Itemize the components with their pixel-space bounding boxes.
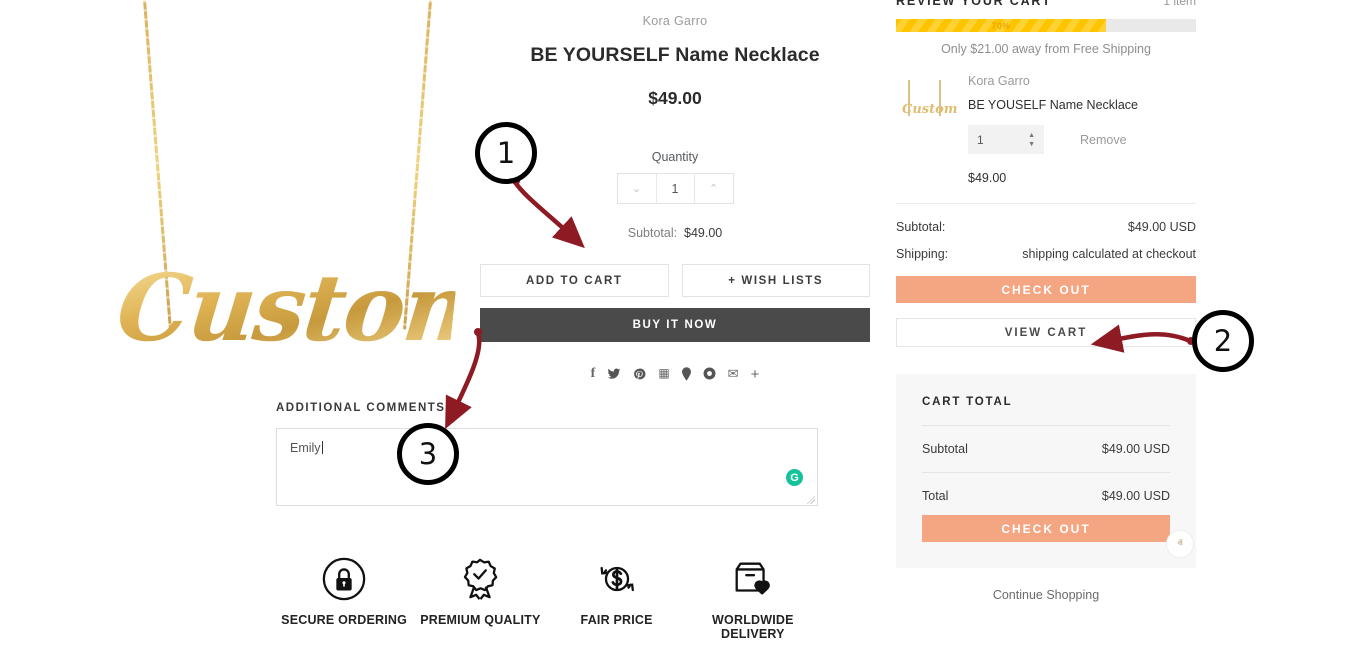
- more-plus-icon[interactable]: +: [751, 367, 760, 382]
- product-action-buttons: ADD TO CART + WISH LISTS: [480, 264, 870, 297]
- free-shipping-note: Only $21.00 away from Free Shipping: [941, 42, 1151, 56]
- free-shipping-progress-bar: 70%: [896, 19, 1196, 32]
- view-cart-button[interactable]: VIEW CART: [896, 318, 1196, 347]
- grammarly-icon[interactable]: G: [786, 469, 803, 486]
- continue-shopping-link[interactable]: Continue Shopping: [896, 588, 1196, 602]
- cart-total-total-label: Total: [922, 489, 949, 503]
- quantity-input[interactable]: 1: [655, 174, 695, 203]
- cart-item-brand: Kora Garro: [968, 74, 1030, 88]
- tumblr-circle-icon[interactable]: [703, 367, 716, 380]
- cart-item-price: $49.00: [968, 171, 1007, 185]
- product-subtotal-value: $49.00: [684, 226, 723, 240]
- cart-shipping-label: Shipping:: [896, 247, 949, 261]
- page-root: Custom Kora Garro BE YOURSELF Name Neckl…: [0, 0, 1350, 650]
- cart-checkout-button[interactable]: CHECK OUT: [896, 276, 1196, 303]
- cart-header: REVIEW YOUR CART 1 item: [896, 0, 1196, 8]
- cart-item-controls: 1 ▲ ▼ Remove: [968, 125, 1196, 154]
- box-heart-delivery-icon: [735, 562, 770, 595]
- badge-label: SECURE ORDERING: [281, 613, 408, 627]
- cart-total-total-value: $49.00 USD: [1101, 489, 1170, 503]
- free-shipping-progress-label: 70%: [991, 20, 1011, 31]
- annotation-marker-1: 1: [475, 122, 537, 184]
- quantity-stepper[interactable]: ⌄ 1 ⌃: [616, 173, 734, 204]
- text-caret: [321, 441, 323, 454]
- pinterest-icon[interactable]: [633, 367, 646, 381]
- cart-subtotal-row: Subtotal: $49.00 USD: [896, 220, 1196, 234]
- grid-icon[interactable]: ▦: [658, 367, 669, 382]
- badge-label: PREMIUM QUALITY: [420, 613, 541, 627]
- buy-it-now-button[interactable]: BUY IT NOW: [480, 308, 870, 342]
- annotation-marker-3: 3: [397, 423, 459, 485]
- email-icon[interactable]: ✉: [728, 367, 739, 382]
- cart-line-item: Custom Kora Garro BE YOUSELF Name Neckla…: [896, 74, 1196, 185]
- cart-total-total-row: Total $49.00 USD: [922, 473, 1170, 515]
- lock-circle-icon: [322, 557, 366, 601]
- badge-secure-ordering: SECURE ORDERING: [276, 556, 412, 641]
- cart-shipping-row: Shipping: shipping calculated at checkou…: [896, 247, 1196, 261]
- annotation-marker-2: 2: [1192, 310, 1254, 372]
- cart-item-spinner-icon[interactable]: ▲ ▼: [1028, 132, 1035, 148]
- additional-comments-section: ADDITIONAL COMMENTS Emily G: [276, 402, 818, 506]
- product-price: $49.00: [648, 88, 702, 108]
- cart-total-subtotal-value: $49.00 USD: [1101, 442, 1170, 456]
- quantity-increase-icon[interactable]: ⌃: [695, 174, 733, 203]
- additional-comments-value: Emily: [290, 441, 323, 455]
- page-title: BE YOURSELF Name Necklace: [530, 44, 820, 66]
- textarea-resize-handle[interactable]: [807, 496, 815, 504]
- product-info: Kora Garro BE YOURSELF Name Necklace $49…: [480, 14, 870, 382]
- trust-badges: SECURE ORDERING PREMIUM QUALITY FAIR PRI…: [276, 556, 821, 641]
- cart-item-remove-button[interactable]: Remove: [1080, 133, 1127, 147]
- additional-comments-label: ADDITIONAL COMMENTS: [276, 402, 446, 414]
- cart-item-body: Kora Garro BE YOUSELF Name Necklace 1 ▲ ▼…: [968, 74, 1196, 185]
- badge-worldwide-delivery: WORLDWIDE DELIVERY: [685, 556, 821, 641]
- badge-fair-price: FAIR PRICE: [549, 556, 685, 641]
- dollar-refresh-icon: [600, 566, 634, 592]
- cart-item-quantity-value[interactable]: 1: [977, 133, 984, 147]
- cart-item-name: BE YOUSELF Name Necklace: [968, 98, 1138, 112]
- twitter-icon[interactable]: [607, 367, 621, 381]
- cart-divider: [896, 203, 1196, 204]
- cart-item-quantity-stepper[interactable]: 1 ▲ ▼: [968, 125, 1044, 154]
- quantity-label: Quantity: [651, 150, 699, 164]
- cart-item-count: 1 item: [1163, 0, 1196, 8]
- add-to-cart-button[interactable]: ADD TO CART: [480, 264, 669, 297]
- cart-header-title: REVIEW YOUR CART: [896, 0, 1052, 8]
- cart-subtotal-label: Subtotal:: [896, 220, 946, 234]
- quantity-decrease-icon[interactable]: ⌄: [618, 174, 656, 203]
- cart-total-title: CART TOTAL: [922, 396, 1013, 408]
- product-subtotal: Subtotal: $49.00: [480, 226, 870, 240]
- cart-shipping-value: shipping calculated at checkout: [1022, 247, 1196, 261]
- additional-comments-textarea[interactable]: Emily G: [276, 428, 818, 506]
- badge-premium-quality: PREMIUM QUALITY: [412, 556, 548, 641]
- cart-item-thumbnail[interactable]: Custom: [896, 74, 958, 128]
- social-share-row: f ▦ ✉ +: [480, 367, 870, 383]
- cart-total-checkout-button[interactable]: CHECK OUT: [922, 515, 1170, 542]
- cart-total-subtotal-row: Subtotal $49.00 USD: [922, 426, 1170, 473]
- free-shipping-progress-fill: 70%: [896, 19, 1106, 32]
- award-ribbon-check-icon: [464, 558, 498, 600]
- wish-lists-button[interactable]: + WISH LISTS: [681, 264, 870, 297]
- product-subtotal-label: Subtotal:: [627, 226, 678, 240]
- product-brand: Kora Garro: [642, 14, 708, 28]
- badge-label: WORLDWIDE DELIVERY: [712, 613, 794, 641]
- map-pin-icon[interactable]: [681, 367, 691, 381]
- badge-label: FAIR PRICE: [580, 613, 653, 627]
- cart-total-card: CART TOTAL Subtotal $49.00 USD Total $49…: [896, 374, 1196, 568]
- facebook-icon[interactable]: f: [591, 367, 596, 382]
- product-image[interactable]: Custom: [100, 0, 505, 390]
- cart-subtotal-value: $49.00 USD: [1127, 220, 1196, 234]
- cart-sidebar: REVIEW YOUR CART 1 item 70% Only $21.00 …: [896, 0, 1196, 602]
- necklace-name-text: Custom: [112, 254, 505, 362]
- cart-total-subtotal-label: Subtotal: [922, 442, 968, 456]
- thumb-name-text: Custom: [902, 102, 958, 117]
- scroll-to-top-icon[interactable]: ⱏ: [1166, 530, 1194, 558]
